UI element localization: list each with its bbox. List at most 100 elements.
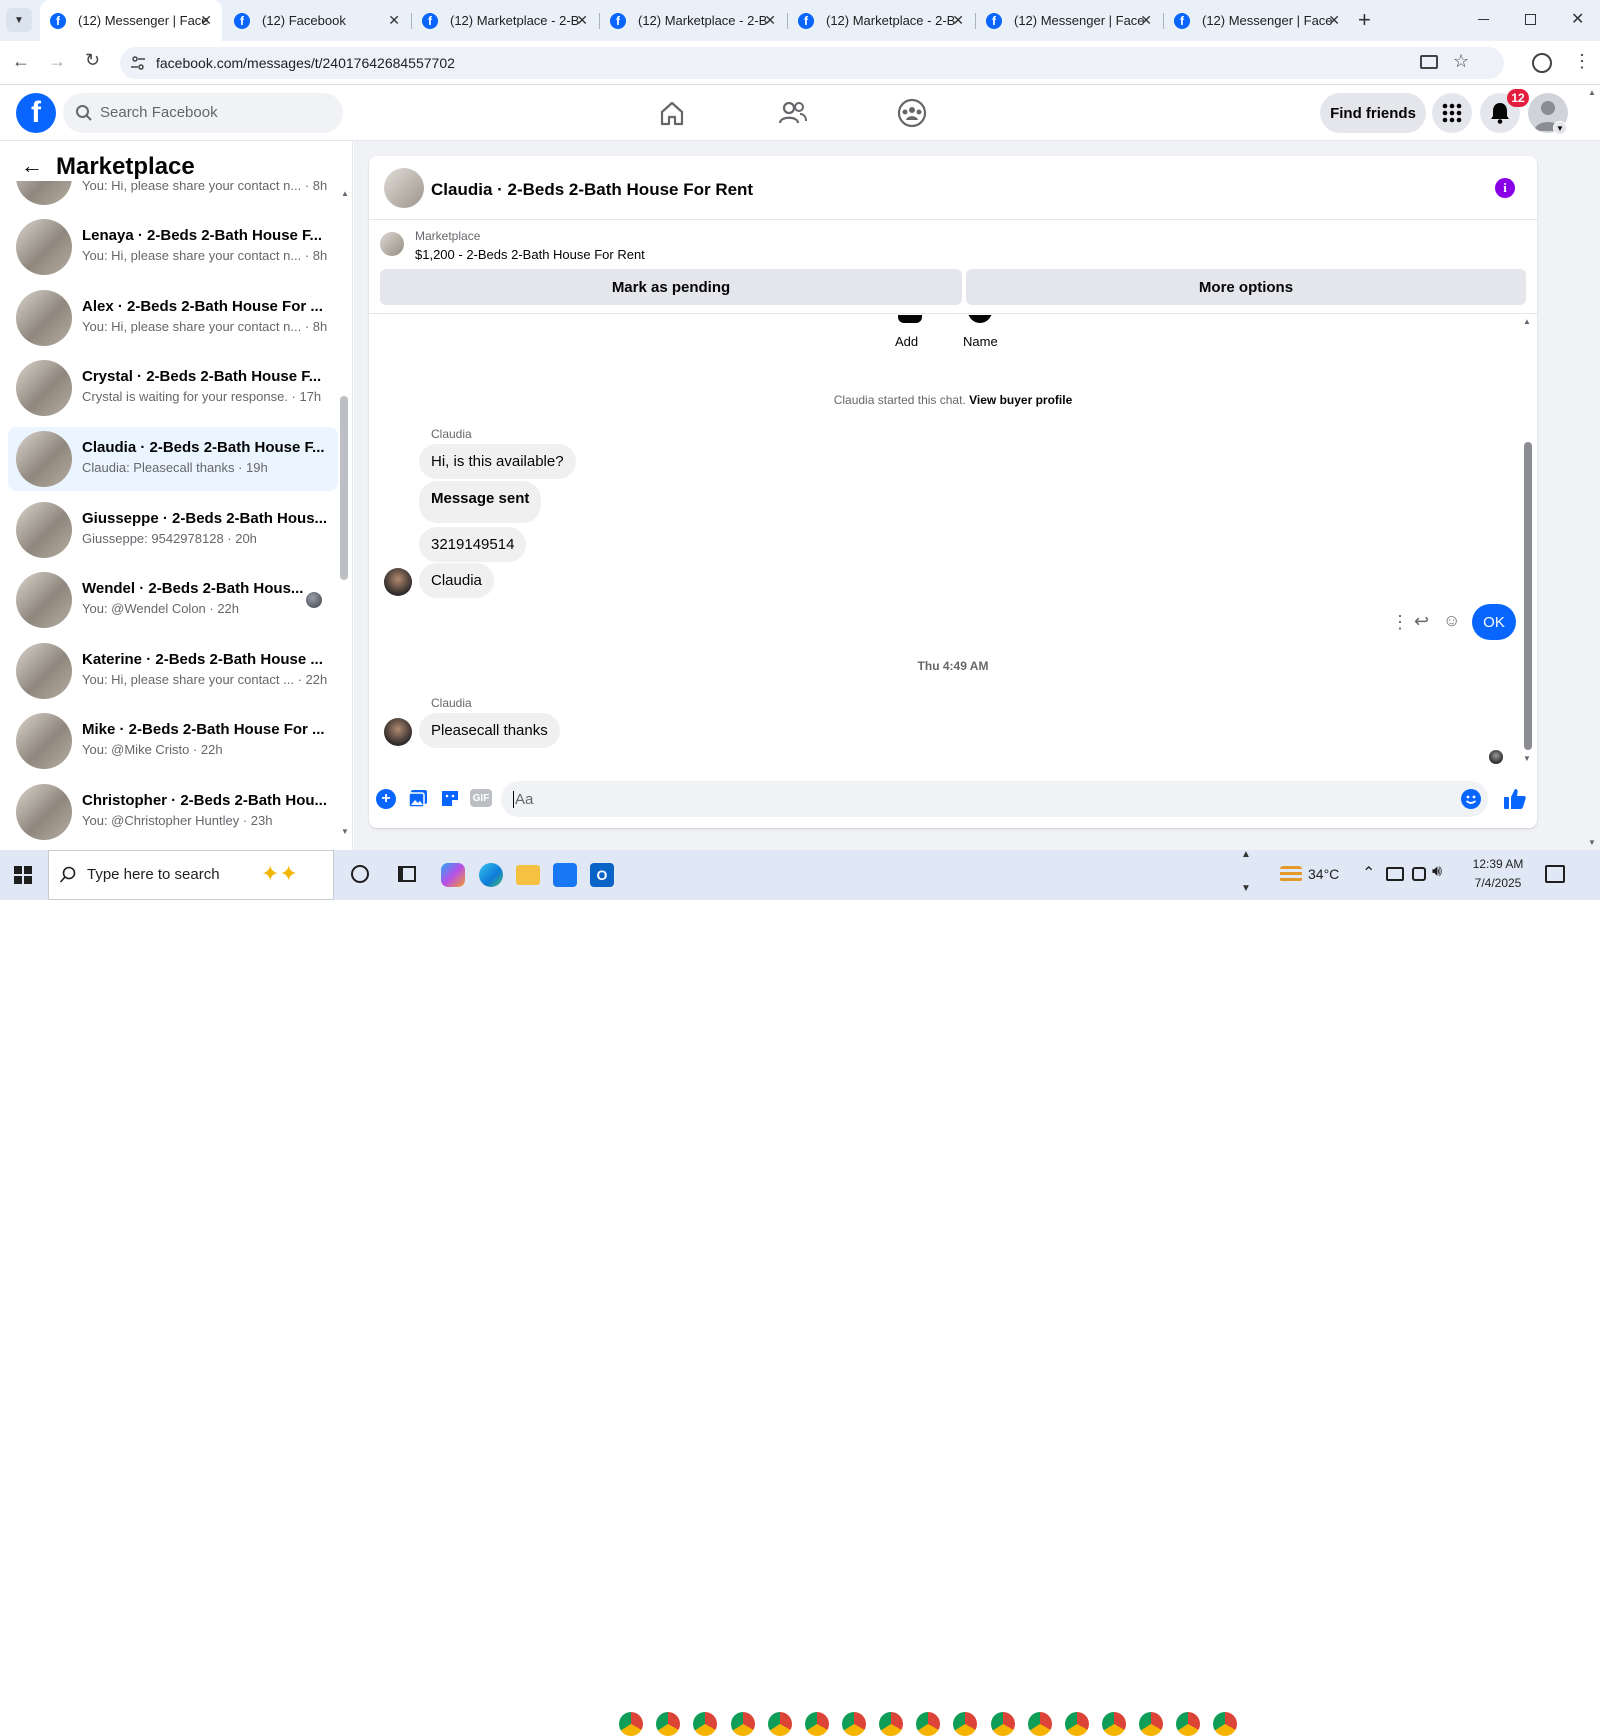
- browser-tab-2[interactable]: f (12) Facebook ✕: [224, 0, 410, 41]
- network-icon[interactable]: [1386, 867, 1404, 881]
- add-contact-icon[interactable]: [898, 315, 922, 323]
- tray-chevron-icon[interactable]: ⌃: [1362, 863, 1375, 883]
- message-input[interactable]: Aa: [501, 781, 1488, 817]
- attach-photo-icon[interactable]: [408, 788, 428, 808]
- temperature-text[interactable]: 34°C: [1308, 866, 1339, 882]
- install-app-icon[interactable]: [1420, 55, 1438, 69]
- list-scrollbar[interactable]: [340, 396, 348, 580]
- tab-search-button[interactable]: ▼: [6, 8, 32, 32]
- close-tab-icon[interactable]: ✕: [200, 12, 212, 29]
- chrome-window-icon[interactable]: [991, 1712, 1015, 1736]
- home-icon[interactable]: [658, 99, 686, 127]
- chrome-window-icon[interactable]: [693, 1712, 717, 1736]
- profile-icon[interactable]: [1532, 53, 1552, 73]
- file-explorer-icon[interactable]: [516, 865, 540, 885]
- browser-tab-6[interactable]: f (12) Messenger | Facebook ✕: [976, 0, 1162, 41]
- chrome-window-icon[interactable]: [1065, 1712, 1089, 1736]
- browser-tab-3[interactable]: f (12) Marketplace - 2-Beds ✕: [412, 0, 598, 41]
- browser-tab-7[interactable]: f (12) Messenger | Facebook ✕: [1164, 0, 1350, 41]
- edge-icon[interactable]: [479, 863, 503, 887]
- conversation-item[interactable]: Lenaya · 2-Beds 2-Bath House F... You: H…: [8, 215, 338, 279]
- listing-thumbnail[interactable]: [380, 232, 404, 256]
- close-tab-icon[interactable]: ✕: [1328, 12, 1340, 29]
- chrome-window-icon[interactable]: [1139, 1712, 1163, 1736]
- thread-scrollbar[interactable]: [1524, 442, 1532, 750]
- conversation-item[interactable]: Christopher · 2-Beds 2-Bath Hou... You: …: [8, 780, 338, 844]
- reply-icon[interactable]: ↩: [1414, 611, 1429, 632]
- message-bubble[interactable]: Pleasecall thanks: [419, 713, 560, 748]
- chrome-window-icon[interactable]: [768, 1712, 792, 1736]
- weather-icon[interactable]: [1280, 866, 1302, 882]
- browser-tab-1[interactable]: f (12) Messenger | Facebook ✕: [40, 0, 222, 41]
- facebook-search-input[interactable]: Search Facebook: [63, 93, 343, 133]
- site-info-icon[interactable]: [130, 55, 146, 71]
- conversation-item[interactable]: Giusseppe · 2-Beds 2-Bath Hous... Giusse…: [8, 498, 338, 562]
- conversation-item-selected[interactable]: Claudia · 2-Beds 2-Bath House F... Claud…: [8, 427, 338, 491]
- groups-icon[interactable]: [897, 98, 927, 128]
- close-tab-icon[interactable]: ✕: [388, 12, 400, 29]
- find-friends-button[interactable]: Find friends: [1320, 93, 1426, 133]
- chrome-window-icon[interactable]: [805, 1712, 829, 1736]
- clock-date[interactable]: 7/4/2025: [1463, 876, 1533, 890]
- close-tab-icon[interactable]: ✕: [952, 12, 964, 29]
- sender-avatar[interactable]: [384, 718, 412, 746]
- clock-time[interactable]: 12:39 AM: [1463, 857, 1533, 871]
- chrome-window-icon[interactable]: [842, 1712, 866, 1736]
- info-icon[interactable]: i: [1495, 178, 1515, 198]
- scroll-up-arrow-icon[interactable]: ▲: [341, 189, 349, 198]
- taskbar-scroll-up-icon[interactable]: ▲: [1241, 849, 1251, 860]
- chrome-window-icon[interactable]: [619, 1712, 643, 1736]
- browser-menu-icon[interactable]: ⋮: [1573, 51, 1591, 72]
- friends-icon[interactable]: [778, 99, 808, 127]
- chrome-window-icon[interactable]: [916, 1712, 940, 1736]
- conversation-item[interactable]: Wendel · 2-Beds 2-Bath Hous... You: @Wen…: [8, 568, 338, 632]
- taskbar-scroll-down-icon[interactable]: ▼: [1241, 883, 1251, 894]
- thread-scroll-down-icon[interactable]: ▼: [1523, 754, 1531, 763]
- conversation-item[interactable]: You: Hi, please share your contact n... …: [8, 181, 338, 209]
- like-thumb-icon[interactable]: [1503, 787, 1527, 811]
- forward-icon[interactable]: →: [48, 51, 66, 72]
- my-message-bubble[interactable]: OK: [1472, 604, 1516, 640]
- chat-listing-avatar[interactable]: [384, 168, 424, 208]
- chrome-window-icon[interactable]: [1213, 1712, 1237, 1736]
- message-more-icon[interactable]: ⋮: [1391, 612, 1409, 633]
- account-chevron-icon[interactable]: ▼: [1553, 121, 1567, 135]
- menu-grid-icon[interactable]: [1432, 93, 1472, 133]
- gif-icon[interactable]: GIF: [470, 789, 492, 807]
- conversation-item[interactable]: Katerine · 2-Beds 2-Bath House ... You: …: [8, 639, 338, 703]
- task-view-icon[interactable]: [398, 866, 416, 882]
- browser-tab-4[interactable]: f (12) Marketplace - 2-Beds ✕: [600, 0, 786, 41]
- close-tab-icon[interactable]: ✕: [576, 12, 588, 29]
- mark-as-pending-button[interactable]: Mark as pending: [380, 269, 962, 305]
- emoji-picker-icon[interactable]: [1461, 789, 1481, 809]
- store-icon[interactable]: [553, 863, 577, 887]
- browser-tab-5[interactable]: f (12) Marketplace - 2-Beds ✕: [788, 0, 974, 41]
- back-arrow-icon[interactable]: ←: [21, 153, 43, 179]
- sender-avatar[interactable]: [384, 568, 412, 596]
- thread-scroll-up-icon[interactable]: ▲: [1523, 317, 1531, 326]
- message-bubble[interactable]: 3219149514: [419, 527, 527, 562]
- page-scrollbar-up-icon[interactable]: ▲: [1588, 88, 1596, 97]
- scroll-down-arrow-icon[interactable]: ▼: [341, 827, 349, 836]
- copilot-icon[interactable]: [441, 863, 465, 887]
- new-tab-icon[interactable]: +: [1358, 7, 1371, 33]
- minimize-icon[interactable]: [1478, 19, 1489, 20]
- back-icon[interactable]: ←: [12, 51, 30, 72]
- notification-center-icon[interactable]: [1545, 865, 1565, 883]
- meet-now-icon[interactable]: [1412, 867, 1426, 881]
- chrome-window-icon[interactable]: [879, 1712, 903, 1736]
- chrome-window-icon[interactable]: [1102, 1712, 1126, 1736]
- bookmark-star-icon[interactable]: ☆: [1453, 51, 1469, 72]
- listing-title[interactable]: $1,200 - 2-Beds 2-Bath House For Rent: [415, 247, 645, 262]
- outlook-icon[interactable]: O: [590, 863, 614, 887]
- chrome-window-icon[interactable]: [953, 1712, 977, 1736]
- chrome-window-icon[interactable]: [731, 1712, 755, 1736]
- address-bar[interactable]: facebook.com/messages/t/2401764268455770…: [120, 47, 1504, 79]
- chrome-window-icon[interactable]: [1028, 1712, 1052, 1736]
- more-actions-plus-icon[interactable]: +: [376, 789, 396, 809]
- react-emoji-icon[interactable]: ☺: [1443, 611, 1460, 631]
- page-scrollbar-down-icon[interactable]: ▼: [1588, 838, 1596, 847]
- edit-name-icon[interactable]: [968, 315, 992, 323]
- conversation-item[interactable]: Crystal · 2-Beds 2-Bath House F... Cryst…: [8, 356, 338, 420]
- chat-title[interactable]: Claudia · 2-Beds 2-Bath House For Rent: [431, 180, 753, 200]
